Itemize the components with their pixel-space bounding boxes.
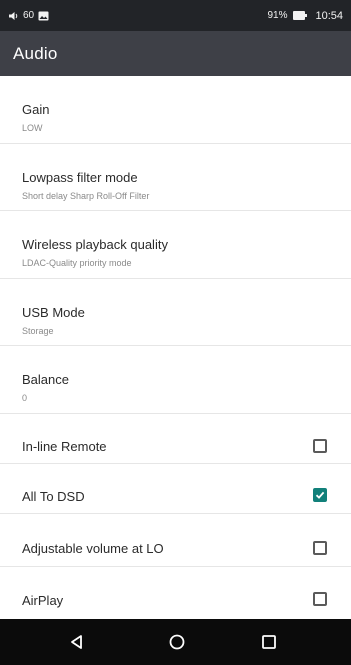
setting-gain[interactable]: Gain LOW	[0, 76, 351, 144]
setting-airplay[interactable]: AirPlay	[0, 567, 351, 619]
setting-in-line-remote-title: In-line Remote	[22, 439, 107, 454]
setting-usb-mode-value: Storage	[22, 326, 54, 336]
status-bar-left: 60	[8, 10, 49, 21]
airplay-checkbox[interactable]	[313, 592, 327, 606]
battery-icon	[293, 11, 308, 20]
checkmark-icon	[315, 491, 325, 499]
navigation-bar	[0, 619, 351, 665]
all-to-dsd-checkbox[interactable]	[313, 488, 327, 502]
setting-balance-value: 0	[22, 393, 28, 403]
setting-usb-mode[interactable]: USB Mode Storage	[0, 279, 351, 346]
setting-wireless-playback-quality[interactable]: Wireless playback quality LDAC-Quality p…	[0, 211, 351, 279]
page-title: Audio	[13, 43, 58, 63]
status-bar: 60 91% 10:54	[0, 0, 351, 31]
setting-lowpass-filter-mode[interactable]: Lowpass filter mode Short delay Sharp Ro…	[0, 144, 351, 211]
status-bar-right: 91% 10:54	[267, 10, 343, 22]
recents-icon[interactable]	[258, 631, 280, 653]
setting-gain-value: LOW	[22, 123, 43, 133]
setting-lowpass-filter-mode-title: Lowpass filter mode	[22, 170, 138, 185]
setting-adjustable-volume-at-lo-title: Adjustable volume at LO	[22, 541, 164, 556]
setting-gain-title: Gain	[22, 102, 50, 117]
setting-in-line-remote[interactable]: In-line Remote	[0, 414, 351, 464]
back-icon[interactable]	[66, 631, 88, 653]
setting-wireless-playback-quality-value: LDAC-Quality priority mode	[22, 258, 132, 268]
volume-icon	[8, 11, 19, 21]
phone-screen: 60 91% 10:54 Audio Gain LOW Lowpass filt…	[0, 0, 351, 665]
battery-percent: 91%	[267, 10, 288, 21]
setting-airplay-title: AirPlay	[22, 593, 64, 608]
in-line-remote-checkbox[interactable]	[313, 439, 327, 453]
app-bar: Audio	[0, 31, 351, 76]
setting-balance[interactable]: Balance 0	[0, 346, 351, 414]
setting-balance-title: Balance	[22, 372, 69, 387]
setting-wireless-playback-quality-title: Wireless playback quality	[22, 237, 168, 252]
volume-level: 60	[23, 10, 35, 21]
setting-all-to-dsd-title: All To DSD	[22, 489, 85, 504]
setting-lowpass-filter-mode-value: Short delay Sharp Roll-Off Filter	[22, 191, 150, 201]
clock: 10:54	[315, 9, 343, 22]
home-icon[interactable]	[166, 631, 188, 653]
setting-all-to-dsd[interactable]: All To DSD	[0, 464, 351, 514]
gallery-notification-icon	[38, 11, 49, 21]
setting-adjustable-volume-at-lo[interactable]: Adjustable volume at LO	[0, 514, 351, 567]
adjustable-volume-at-lo-checkbox[interactable]	[313, 541, 327, 555]
setting-usb-mode-title: USB Mode	[22, 305, 85, 320]
